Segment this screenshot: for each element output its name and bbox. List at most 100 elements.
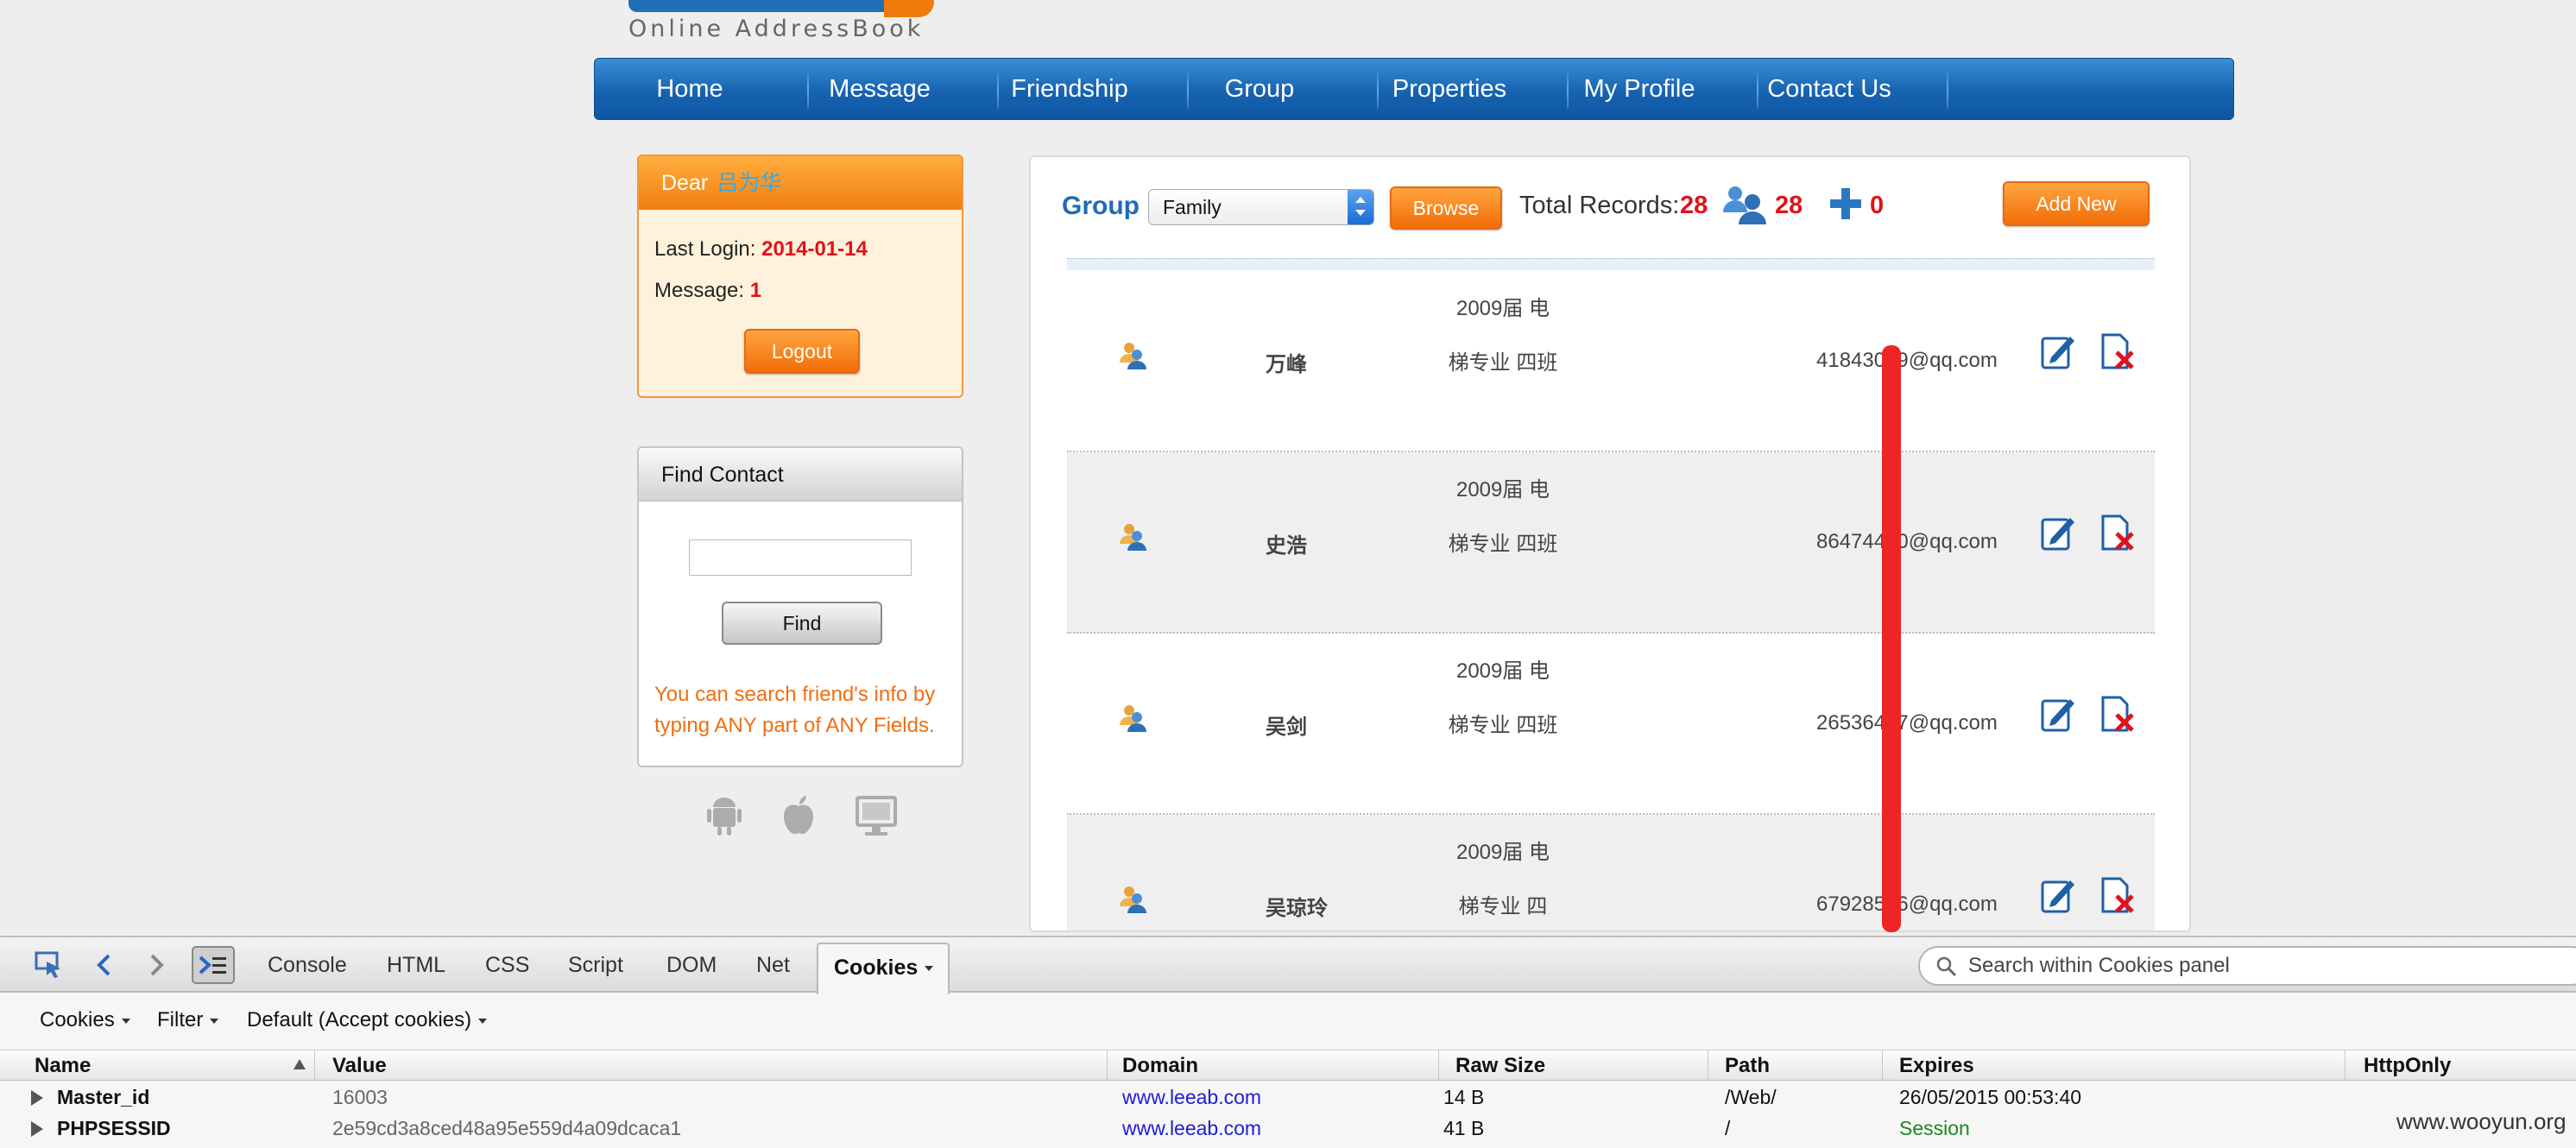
cookies-search-placeholder: Search within Cookies panel [1968, 954, 2230, 977]
find-button[interactable]: Find [722, 602, 882, 645]
total-records-label: Total Records: [1519, 192, 1680, 219]
tab-console[interactable]: Console [268, 937, 347, 993]
contact-row: 万峰 2009届 电梯专业 四班 41843099@qq.com [1067, 271, 2155, 452]
nav-properties[interactable]: Properties [1354, 59, 1544, 119]
cookie-expires: Session [1899, 1117, 1970, 1139]
column-divider[interactable] [1438, 1050, 1439, 1082]
nav-friendship[interactable]: Friendship [975, 59, 1165, 119]
last-login-value: 2014-01-14 [761, 237, 868, 261]
back-icon[interactable] [93, 953, 116, 977]
tab-cookies-label: Cookies [834, 956, 919, 980]
forward-icon[interactable] [145, 953, 167, 977]
find-contact-panel: Find Contact Find You can search friend'… [637, 446, 963, 767]
logo-text: Online AddressBook [628, 16, 925, 42]
logo-accent-shape [884, 0, 934, 17]
cookie-row[interactable]: PHPSESSID 2e59cd3a8ced48a95e559d4a09dcac… [0, 1113, 2576, 1144]
logo-shape [628, 0, 905, 12]
delete-icon[interactable] [2099, 694, 2136, 734]
redaction-mark [1882, 345, 1901, 932]
desktop-icon[interactable] [853, 792, 900, 839]
cookie-value: 16003 [332, 1086, 388, 1108]
logout-button[interactable]: Logout [744, 329, 860, 374]
contact-email: 86474430@qq.com [1816, 530, 1998, 553]
column-divider[interactable] [314, 1050, 315, 1082]
delete-icon[interactable] [2099, 513, 2136, 552]
edit-icon[interactable] [2039, 694, 2075, 734]
logo[interactable]: Online AddressBook [625, 0, 953, 48]
nav-message[interactable]: Message [785, 59, 975, 119]
select-arrows-icon [1348, 190, 1373, 224]
contact-name[interactable]: 史浩 [1266, 528, 1307, 558]
group-label: Group [1062, 192, 1140, 220]
dear-label: Dear [661, 171, 709, 195]
inspect-icon[interactable] [35, 951, 64, 979]
find-contact-title: Find Contact [639, 448, 962, 501]
group-select[interactable]: Family [1148, 189, 1374, 225]
filter-menu[interactable]: Filter [157, 1008, 219, 1032]
chevron-down-icon [210, 1018, 219, 1024]
friends-count: 28 [1775, 192, 1803, 219]
add-new-button[interactable]: Add New [2003, 181, 2150, 226]
total-records-count: 28 [1680, 192, 1708, 219]
apple-icon[interactable] [775, 792, 822, 839]
expand-triangle-icon[interactable] [31, 1090, 43, 1106]
tab-script[interactable]: Script [568, 937, 623, 993]
edit-icon[interactable] [2039, 875, 2075, 915]
cookie-row[interactable]: Master_id 16003 www.leeab.com 14 B /Web/… [0, 1082, 2576, 1113]
cookie-domain[interactable]: www.leeab.com [1122, 1086, 1261, 1109]
col-path[interactable]: Path [1725, 1054, 1770, 1078]
tab-html[interactable]: HTML [387, 937, 445, 993]
cookies-menu[interactable]: Cookies [40, 1008, 130, 1032]
col-expires[interactable]: Expires [1899, 1054, 1974, 1078]
nav-group[interactable]: Group [1165, 59, 1354, 119]
last-login-line: Last Login: 2014-01-14 [654, 237, 868, 262]
column-divider[interactable] [1882, 1050, 1883, 1082]
edit-icon[interactable] [2039, 513, 2075, 552]
tab-net[interactable]: Net [756, 937, 790, 993]
message-count[interactable]: 1 [750, 279, 761, 302]
cookie-domain[interactable]: www.leeab.com [1122, 1117, 1261, 1140]
cookies-subbar: Cookies Filter Default (Accept cookies) [0, 994, 2576, 1046]
sort-ascending-icon [294, 1059, 306, 1069]
welcome-panel: Dear 吕为华 Last Login: 2014-01-14 Message: … [637, 155, 963, 398]
edit-icon[interactable] [2039, 331, 2075, 371]
browse-button[interactable]: Browse [1390, 186, 1502, 230]
expand-triangle-icon[interactable] [31, 1121, 43, 1137]
chevron-down-icon [121, 1018, 130, 1024]
cookie-raw-size: 14 B [1443, 1086, 1485, 1108]
nav-home[interactable]: Home [595, 59, 785, 119]
tab-dom[interactable]: DOM [666, 937, 717, 993]
contact-class: 2009届 电梯专业 四 [1455, 841, 1550, 918]
delete-icon[interactable] [2099, 875, 2136, 915]
col-httponly[interactable]: HttpOnly [2364, 1054, 2451, 1078]
cookie-table: Name Value Domain Raw Size Path Expires … [0, 1046, 2576, 1148]
message-label: Message: [654, 279, 745, 302]
nav-separator [1947, 69, 1948, 109]
contact-name[interactable]: 万峰 [1266, 347, 1307, 377]
col-value[interactable]: Value [332, 1054, 387, 1078]
find-input[interactable] [689, 539, 912, 576]
cookie-value: 2e59cd3a8ced48a95e559d4a09dcaca1 [332, 1117, 682, 1139]
column-divider[interactable] [2345, 1050, 2346, 1082]
cookies-search-input[interactable]: Search within Cookies panel [1918, 946, 2576, 986]
col-domain[interactable]: Domain [1122, 1054, 1198, 1078]
col-raw-size[interactable]: Raw Size [1455, 1054, 1545, 1078]
command-line-icon[interactable] [192, 946, 235, 984]
contact-name[interactable]: 吴琼玲 [1266, 891, 1328, 921]
cookie-name: PHPSESSID [57, 1117, 171, 1139]
contacts-panel: Group Family Browse Total Records: 28 28… [1029, 155, 2191, 932]
col-name[interactable]: Name [35, 1054, 91, 1078]
tab-css[interactable]: CSS [485, 937, 529, 993]
cookie-policy-menu[interactable]: Default (Accept cookies) [247, 1008, 488, 1032]
contact-avatar-icon [1120, 343, 1146, 369]
tab-cookies[interactable]: Cookies [817, 943, 950, 994]
nav-contact-us[interactable]: Contact Us [1734, 59, 1924, 119]
android-icon[interactable] [701, 792, 748, 839]
nav-my-profile[interactable]: My Profile [1544, 59, 1734, 119]
devtools-panel: Console HTML CSS Script DOM Net Cookies … [0, 936, 2576, 1148]
welcome-header: Dear 吕为华 [639, 156, 962, 210]
contact-name[interactable]: 吴剑 [1266, 710, 1307, 740]
column-divider[interactable] [1107, 1050, 1108, 1082]
contact-avatar-icon [1120, 705, 1146, 732]
delete-icon[interactable] [2099, 331, 2136, 371]
